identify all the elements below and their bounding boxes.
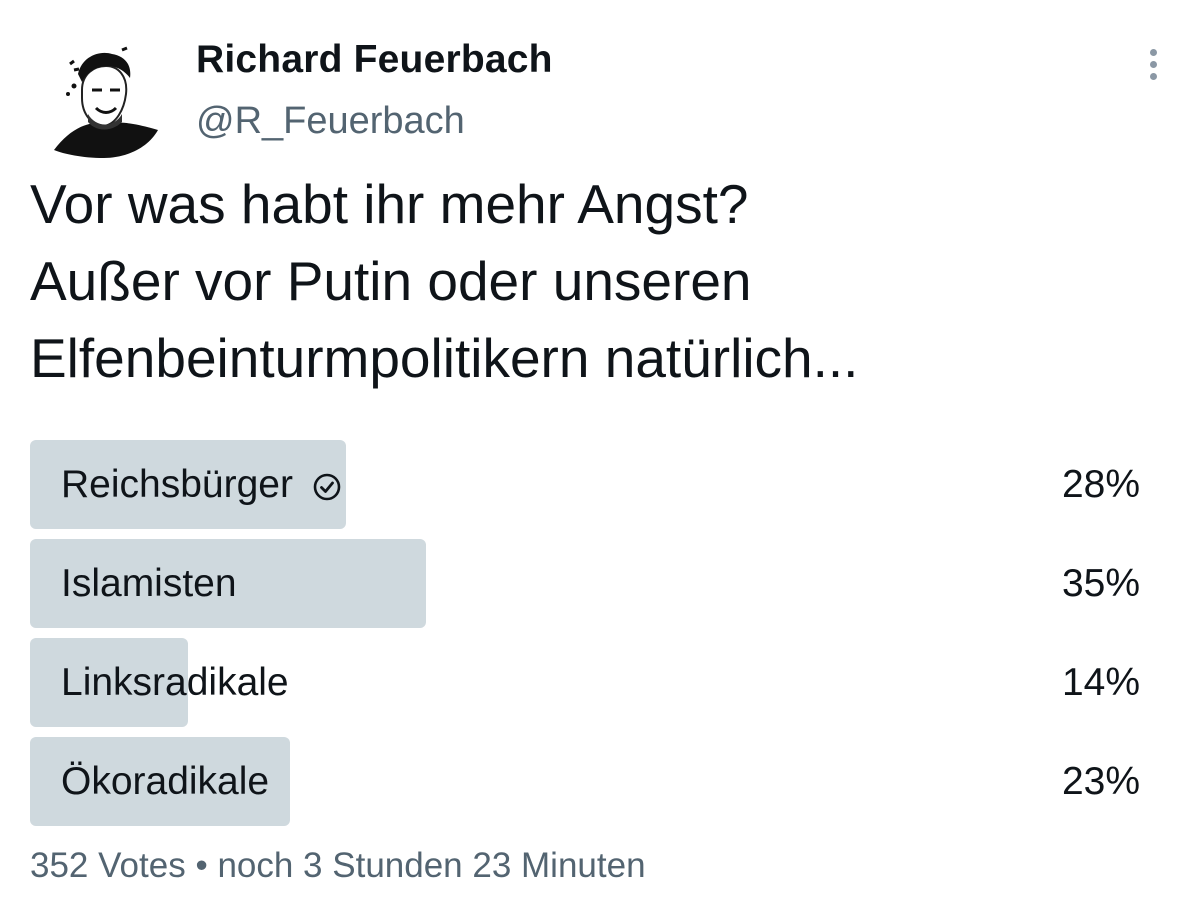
tweet-line: Außer vor Putin oder unseren (30, 250, 752, 312)
poll-separator: • (195, 846, 208, 885)
author-name[interactable]: Richard Feuerbach (196, 38, 553, 82)
poll: Reichsbürger 28% Islamisten 35% Linksrad… (30, 440, 1140, 836)
more-vertical-icon-dot (1149, 72, 1157, 80)
poll-option: Linksradikale 14% (30, 638, 1140, 727)
poll-option-label: Linksradikale (61, 638, 289, 727)
more-vertical-icon-dot (1149, 60, 1157, 68)
poll-option-text: Islamisten (61, 561, 237, 605)
tweet-text: Vor was habt ihr mehr Angst? Außer vor P… (30, 166, 1170, 397)
poll-option-text: Linksradikale (61, 660, 289, 704)
poll-option-label: Islamisten (61, 539, 237, 628)
poll-option: Ökoradikale 23% (30, 737, 1140, 826)
poll-option-label: Reichsbürger (61, 440, 343, 529)
poll-footer: 352 Votes • noch 3 Stunden 23 Minuten (30, 846, 646, 886)
more-vertical-icon (1149, 48, 1157, 56)
poll-option-text: Reichsbürger (61, 462, 293, 506)
poll-vote-count: 352 Votes (30, 846, 186, 885)
poll-time-left: noch 3 Stunden 23 Minuten (217, 846, 646, 885)
avatar-image (54, 46, 158, 158)
poll-percent: 35% (1061, 561, 1140, 605)
more-options-button[interactable] (1140, 44, 1166, 84)
poll-option-label: Ökoradikale (61, 737, 269, 826)
check-circle-icon (313, 473, 341, 500)
poll-option: Reichsbürger 28% (30, 440, 1140, 529)
avatar[interactable] (52, 44, 160, 160)
poll-option: Islamisten 35% (30, 539, 1140, 628)
tweet-line: Elfenbeinturmpolitikern natürlich... (30, 327, 859, 389)
poll-percent: 14% (1061, 660, 1140, 704)
poll-percent: 28% (1061, 462, 1140, 506)
tweet-line: Vor was habt ihr mehr Angst? (30, 173, 749, 235)
poll-option-text: Ökoradikale (61, 759, 270, 803)
poll-percent: 23% (1061, 759, 1140, 803)
author-handle[interactable]: @R_Feuerbach (196, 100, 465, 143)
